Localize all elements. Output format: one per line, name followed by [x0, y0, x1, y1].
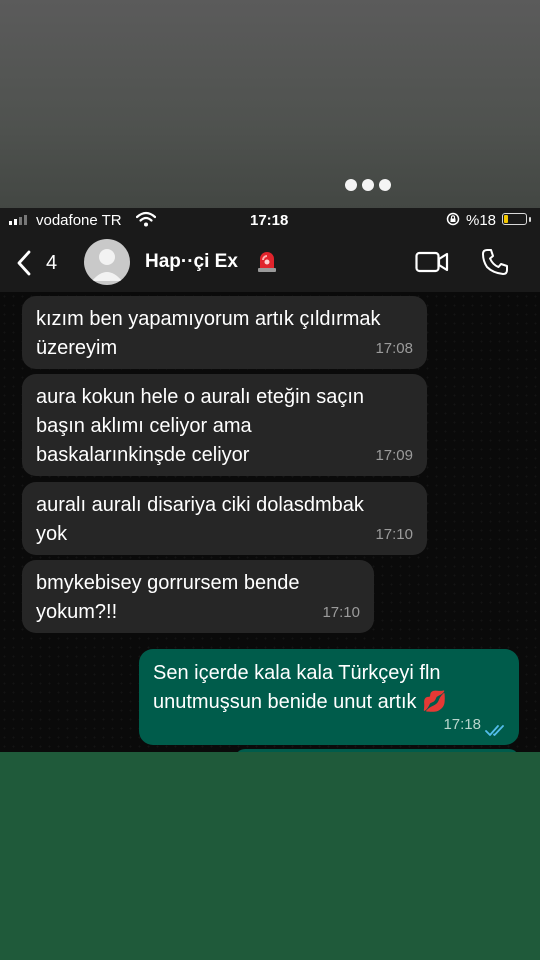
read-receipt-icon [485, 725, 504, 736]
message-text: bmykebisey gorrursem bende yokum?!! [36, 572, 300, 623]
battery-percent: %18 [466, 212, 497, 229]
signal-icon [9, 215, 27, 225]
message-bubble-incoming[interactable]: aura kokun hele o auralı eteğin saçın ba… [22, 374, 427, 476]
phone-call-icon[interactable] [481, 248, 509, 276]
message-text: auralı auralı disariya ciki dolasdmbak y… [36, 494, 364, 545]
siren-emoji-icon [258, 252, 276, 272]
back-chevron-icon [17, 250, 31, 276]
more-options-icon[interactable] [345, 179, 391, 191]
message-time: 17:09 [375, 447, 413, 464]
message-time: 17:18 [443, 716, 481, 733]
status-bar: vodafone TR 17:18 %18 [0, 208, 540, 234]
video-background-top [0, 0, 540, 208]
message-time: 17:10 [322, 604, 360, 621]
message-time: 17:08 [375, 340, 413, 357]
chat-header: 4 Hap··çi Ex [0, 234, 540, 292]
carrier-label: vodafone TR [36, 212, 122, 229]
wifi-icon [136, 211, 156, 227]
rotation-lock-icon [446, 212, 460, 226]
message-bubble-incoming[interactable]: kızım ben yapamıyorum artık çıldırmak üz… [22, 296, 427, 369]
message-text: Sen içerde kala kala Türkçeyi fln unutmu… [153, 662, 447, 713]
battery-nub [529, 217, 531, 222]
message-bubble-outgoing[interactable]: Sen içerde kala kala Türkçeyi fln unutmu… [139, 649, 519, 745]
battery-icon [502, 213, 527, 225]
contact-name[interactable]: Hap··çi Ex [145, 251, 238, 273]
avatar[interactable] [84, 239, 130, 285]
message-bubble-incoming[interactable]: bmykebisey gorrursem bende yokum?!! 17:1… [22, 560, 374, 633]
message-time: 17:10 [375, 526, 413, 543]
back-button[interactable]: 4 [12, 248, 62, 278]
avatar-icon [92, 249, 122, 281]
message-text: aura kokun hele o auralı eteğin saçın ba… [36, 386, 364, 466]
video-background-bottom [0, 752, 540, 960]
message-text: kızım ben yapamıyorum artık çıldırmak üz… [36, 308, 381, 359]
unread-count: 4 [46, 252, 58, 274]
status-time: 17:18 [250, 212, 289, 229]
message-list[interactable]: kızım ben yapamıyorum artık çıldırmak üz… [0, 292, 540, 752]
chat-screenshot: vodafone TR 17:18 %18 4 Hap··çi Ex kızım… [0, 208, 540, 752]
message-bubble-incoming[interactable]: auralı auralı disariya ciki dolasdmbak y… [22, 482, 427, 555]
video-call-icon[interactable] [415, 251, 449, 273]
